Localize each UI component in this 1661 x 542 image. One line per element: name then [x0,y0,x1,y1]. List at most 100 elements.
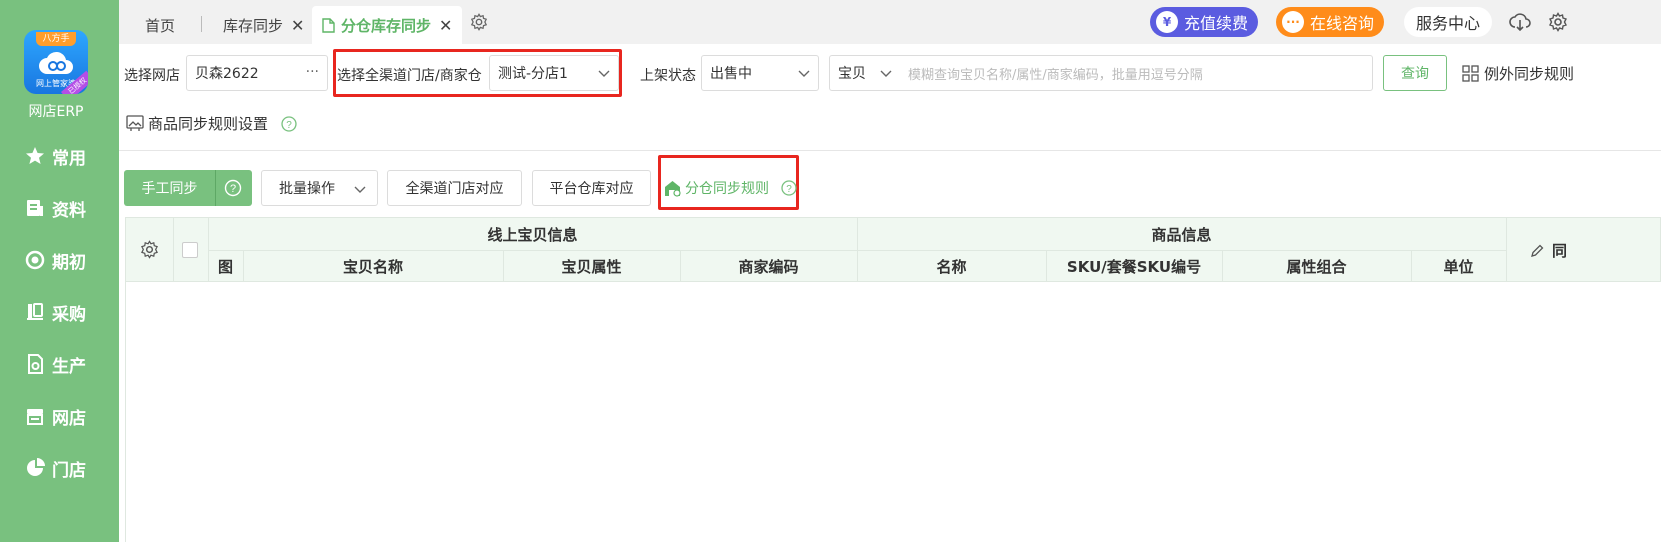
group-header-sync: 同 [1530,240,1567,261]
chevron-down-icon [880,70,892,77]
chat-icon: ··· [1282,11,1304,33]
sidebar-item-initial[interactable]: 期初 [24,247,86,273]
sidebar-item-label: 网店 [52,408,86,429]
column-header: 属性组合 [1286,257,1347,276]
help-icon[interactable]: ? [781,180,797,196]
status-label: 上架状态 [640,68,696,84]
settings-icon[interactable] [1548,12,1568,32]
tab-separator [201,16,202,32]
column-header: SKU/套餐SKU编号 [1066,257,1202,276]
svg-text:?: ? [230,183,236,195]
sidebar-item-common[interactable]: 常用 [24,143,86,169]
brand-name: 网店ERP [28,104,84,120]
cloud-icon [39,51,73,74]
search-type-value: 宝贝 [838,66,866,82]
chevron-down-icon [798,70,810,77]
column-header: 单位 [1443,257,1474,276]
exception-rule-link[interactable]: 例外同步规则 [1462,63,1574,84]
sidebar-item-production[interactable]: 生产 [24,351,86,377]
group-header-goods: 商品信息 [1151,225,1212,244]
group-header-online: 线上宝贝信息 [487,225,578,244]
button-divider [215,170,216,206]
svg-text:?: ? [786,184,792,195]
sidebar-item-label: 生产 [52,356,86,377]
sidebar-item-data[interactable]: 资料 [24,195,86,221]
image-icon [126,115,144,131]
product-rule-setting[interactable]: 商品同步规则设置 ? [126,113,297,134]
consult-label: 在线咨询 [1310,14,1375,33]
yen-icon: ¥ [1156,11,1178,33]
search-group: 宝贝 模糊查询宝贝名称/属性/商家编码，批量用逗号分隔 [829,55,1373,91]
shop-select[interactable]: 贝森2622 ··· [186,55,328,91]
tab-inventory-sync[interactable]: 库存同步 ✕ [223,6,304,44]
warehouse-rule-label: 分仓同步规则 [685,181,769,197]
sync-header-label: 同 [1552,242,1568,260]
search-input[interactable]: 模糊查询宝贝名称/属性/商家编码，批量用逗号分隔 [908,64,1203,83]
close-icon[interactable]: ✕ [291,16,304,35]
document-icon [24,198,46,218]
shop-icon [24,406,46,426]
purchase-icon [24,302,46,322]
exception-rule-label: 例外同步规则 [1484,65,1575,83]
tab-label: 库存同步 [223,16,284,35]
manual-sync-button[interactable]: 手工同步 ? [124,170,252,206]
target-icon [24,250,46,270]
edit-icon[interactable] [1530,244,1544,258]
channel-value: 测试-分店1 [498,66,568,82]
consult-button[interactable]: ··· 在线咨询 [1276,7,1385,37]
status-value: 出售中 [710,66,752,82]
top-bar: 首页 库存同步 ✕ 分仓库存同步 ✕ ¥ 充值续费 ··· 在线咨询 服务中心 [119,0,1661,44]
batch-ops-label: 批量操作 [279,181,335,197]
section-divider [119,150,1661,151]
column-settings-icon[interactable] [140,240,159,259]
app-logo[interactable]: 八方手 网上管家婆 已授权 [24,30,88,94]
column-header: 图 [217,257,233,276]
cloud-download-icon[interactable] [1509,11,1531,33]
column-divider [173,218,174,281]
help-icon[interactable]: ? [281,115,297,132]
production-icon [24,354,46,374]
sidebar-item-store[interactable]: 门店 [24,455,86,481]
status-select[interactable]: 出售中 [701,55,819,91]
shop-label: 选择网店 [124,68,180,84]
close-icon[interactable]: ✕ [439,16,452,35]
platform-map-button[interactable]: 平台仓库对应 [532,170,651,206]
tab-warehouse-inventory-sync[interactable]: 分仓库存同步 ✕ [312,6,463,44]
sidebar-item-purchase[interactable]: 采购 [24,299,86,325]
channel-label: 选择全渠道门店/商家仓 [337,68,482,84]
column-header: 商家编码 [738,257,799,276]
channel-map-button[interactable]: 全渠道门店对应 [387,170,522,206]
tab-label: 分仓库存同步 [341,16,432,35]
recharge-button[interactable]: ¥ 充值续费 [1150,7,1259,37]
platform-map-label: 平台仓库对应 [549,181,634,197]
gear-icon[interactable] [470,13,488,31]
sidebar-item-label: 期初 [52,252,86,273]
channel-select[interactable]: 测试-分店1 [489,55,619,91]
pie-icon [24,458,46,478]
more-icon[interactable]: ··· [306,64,319,80]
help-icon[interactable]: ? [224,179,242,197]
chevron-down-icon [598,70,610,77]
table-header: 线上宝贝信息 商品信息 同 图 宝贝名称 宝贝属性 商家编码 名称 SKU/套餐… [125,217,1661,282]
select-all-checkbox[interactable] [182,242,198,258]
warehouse-rule-link[interactable]: 分仓同步规则 ? [664,178,797,198]
column-header: 宝贝属性 [561,257,622,276]
batch-ops-dropdown[interactable]: 批量操作 [261,170,378,206]
sidebar-item-label: 采购 [52,304,86,325]
chevron-down-icon [354,186,366,193]
search-type-select[interactable]: 宝贝 [830,56,900,90]
tab-label: 首页 [145,16,176,35]
column-header: 宝贝名称 [342,257,403,276]
query-label: 查询 [1401,66,1429,82]
shop-value: 贝森2622 [195,66,259,82]
grid-icon [1462,65,1479,82]
table-body [125,282,1661,542]
tab-home[interactable]: 首页 [145,6,175,44]
query-button[interactable]: 查询 [1383,55,1447,91]
svg-text:?: ? [286,120,292,131]
service-center-button[interactable]: 服务中心 [1404,7,1493,37]
sidebar-item-shop[interactable]: 网店 [24,403,86,429]
sidebar-item-label: 资料 [52,200,86,221]
sidebar: 八方手 网上管家婆 已授权 网店ERP 常用 资料 期初 采购 生产 网店 门店 [0,0,119,542]
service-label: 服务中心 [1416,14,1481,33]
